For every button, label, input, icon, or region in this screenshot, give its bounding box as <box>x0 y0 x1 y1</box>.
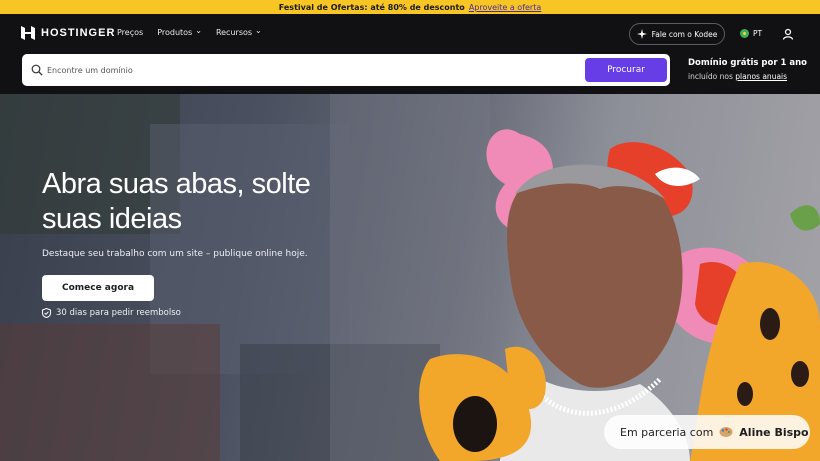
sparkle-icon <box>636 29 647 39</box>
nav-item-recursos[interactable]: Recursos <box>216 28 262 37</box>
partner-badge: Em parceria com Aline Bispo <box>604 415 810 449</box>
promo-bar: Festival de Ofertas: até 80% de desconto… <box>0 0 820 14</box>
search-icon <box>31 64 43 76</box>
nav-item-precos[interactable]: Preços <box>117 28 143 37</box>
kodee-button[interactable]: Fale com o Kodee <box>629 23 725 45</box>
partner-prefix: Em parceria com <box>620 425 714 439</box>
refund-guarantee: 30 dias para pedir reembolso <box>42 308 181 318</box>
user-icon[interactable] <box>782 28 794 40</box>
header: HOSTINGER Preços Produtos Recursos Fale … <box>0 14 820 52</box>
brazil-flag-icon <box>740 29 749 38</box>
refund-text: 30 dias para pedir reembolso <box>56 308 181 318</box>
hero-section: Abra suas abas, solte suas ideias Destaq… <box>0 94 820 461</box>
search-button[interactable]: Procurar <box>585 58 667 82</box>
domain-search-input[interactable] <box>47 60 547 80</box>
language-code: PT <box>753 29 763 38</box>
free-domain-prefix: incluído nos <box>688 72 733 81</box>
partner-name: Aline Bispo <box>739 425 809 439</box>
palette-icon <box>719 427 733 437</box>
language-selector[interactable]: PT <box>740 29 762 38</box>
brand-name: HOSTINGER <box>41 27 116 39</box>
start-now-button[interactable]: Comece agora <box>42 275 154 301</box>
main-nav: Preços Produtos Recursos <box>117 28 262 37</box>
search-band: Procurar Domínio grátis por 1 ano incluí… <box>0 52 820 94</box>
logo[interactable]: HOSTINGER <box>21 26 115 40</box>
nav-item-produtos[interactable]: Produtos <box>157 28 202 37</box>
domain-search: Procurar <box>22 54 670 86</box>
free-domain-promo: Domínio grátis por 1 ano incluído nos pl… <box>688 58 807 81</box>
promo-text: Festival de Ofertas: até 80% de desconto <box>278 2 465 12</box>
hero-title: Abra suas abas, solte suas ideias <box>42 168 311 235</box>
free-domain-subtitle: incluído nos planos anuais <box>688 72 807 81</box>
annual-plans-link[interactable]: planos anuais <box>735 72 787 81</box>
free-domain-title: Domínio grátis por 1 ano <box>688 58 808 68</box>
shield-check-icon <box>42 308 51 318</box>
hostinger-logo-icon <box>21 26 35 40</box>
promo-link[interactable]: Aproveite a oferta <box>469 3 541 12</box>
hero-subtitle: Destaque seu trabalho com um site – publ… <box>42 249 308 259</box>
kodee-label: Fale com o Kodee <box>651 29 718 39</box>
